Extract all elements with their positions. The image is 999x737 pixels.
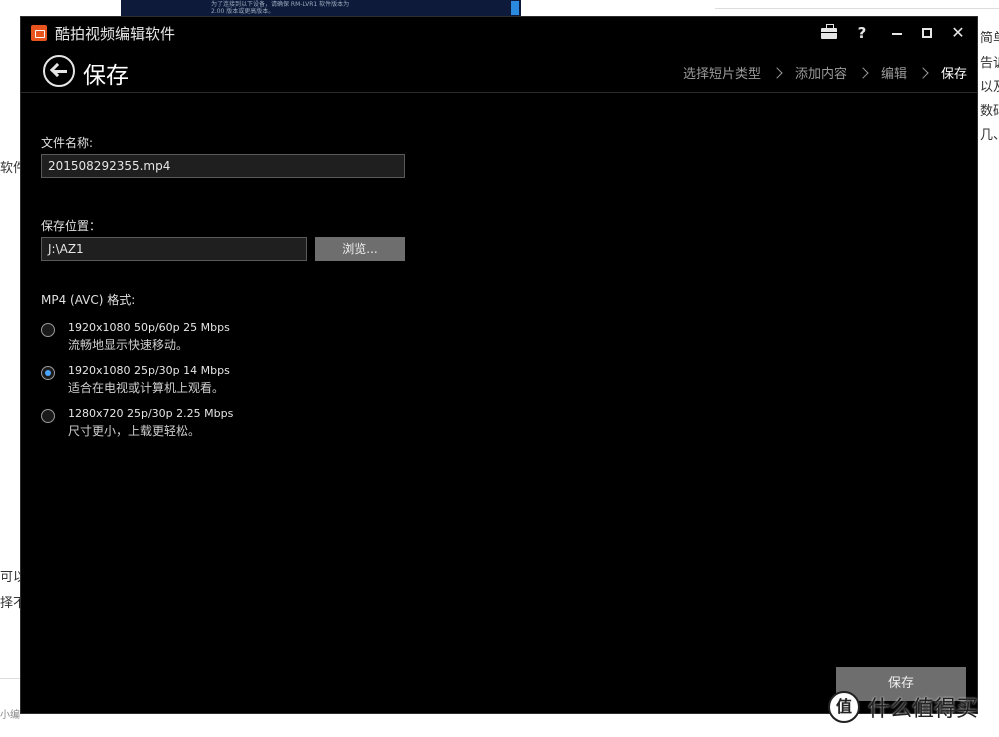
breadcrumb: 选择短片类型 添加内容 编辑 保存 — [683, 63, 967, 82]
background-thumbnail: 为了连接到以下设备，请确保 RM-LVR1 软件版本为 2.00 版本或更高版本… — [121, 0, 521, 16]
browse-button[interactable]: 浏览... — [315, 237, 405, 261]
breadcrumb-step-save: 保存 — [940, 67, 967, 82]
radio-button[interactable] — [41, 409, 55, 423]
filename-input[interactable]: 201508292355.mp4 — [41, 154, 405, 178]
format-option-desc: 尺寸更小，上载更轻松。 — [68, 424, 201, 438]
app-title: 酷拍视频编辑软件 — [55, 25, 176, 43]
page-title: 保存 — [83, 63, 129, 89]
format-option-title: 1280x720 25p/30p 2.25 Mbps — [68, 407, 234, 420]
back-button[interactable] — [43, 55, 75, 87]
thumbnail-caption: 为了连接到以下设备，请确保 RM-LVR1 软件版本为 2.00 版本或更高版本… — [211, 1, 349, 15]
watermark-text: 什么值得买 — [868, 697, 979, 722]
format-option-title: 1920x1080 50p/60p 25 Mbps — [68, 321, 230, 334]
format-option-desc: 适合在电视或计算机上观看。 — [68, 381, 225, 395]
background-text: 可以 — [0, 570, 20, 585]
background-divider — [715, 8, 999, 9]
help-button[interactable]: ? — [849, 21, 875, 45]
title-bar[interactable]: 酷拍视频编辑软件 ? ✕ — [21, 17, 977, 49]
location-label: 保存位置： — [41, 219, 102, 233]
app-logo-icon — [31, 25, 47, 41]
thumbnail-scrollbar — [511, 1, 519, 15]
header-divider — [21, 92, 977, 93]
format-option-title: 1920x1080 25p/30p 14 Mbps — [68, 364, 230, 377]
minimize-icon — [892, 33, 902, 35]
background-divider — [0, 678, 20, 679]
chevron-right-icon — [917, 66, 929, 79]
watermark-logo-icon: 值 — [828, 691, 860, 723]
app-window: 酷拍视频编辑软件 ? ✕ 保存 选择短片类型 添加内容 编辑 保存 文件名称: — [20, 16, 978, 714]
format-label: MP4 (AVC) 格式: — [41, 293, 136, 307]
radio-button-checked[interactable] — [41, 366, 55, 380]
radio-button[interactable] — [41, 323, 55, 337]
format-option-desc: 流畅地显示快速移动。 — [68, 338, 189, 352]
close-button[interactable]: ✕ — [945, 21, 971, 45]
background-text: 简单来 — [980, 31, 999, 46]
background-text: 几、都 — [980, 128, 999, 143]
chevron-right-icon — [857, 66, 869, 79]
breadcrumb-step-edit[interactable]: 编辑 — [881, 63, 907, 82]
filename-label: 文件名称: — [41, 136, 94, 150]
background-text: 软件 — [0, 161, 20, 176]
location-input[interactable]: J:\AZ1 — [41, 237, 307, 261]
back-arrow-shaft — [53, 70, 67, 73]
toolbox-icon — [821, 24, 837, 39]
page-header: 保存 选择短片类型 添加内容 编辑 保存 — [21, 51, 977, 93]
thumbnail-caption-line-2: 2.00 版本或更高版本。 — [211, 8, 275, 15]
toolbox-button[interactable] — [816, 21, 842, 45]
breadcrumb-step-type[interactable]: 选择短片类型 — [683, 63, 761, 82]
chevron-right-icon — [771, 66, 783, 79]
watermark: 值 什么值得买 — [828, 691, 978, 723]
background-text: 告诉大 — [980, 56, 999, 71]
breadcrumb-step-content[interactable]: 添加内容 — [795, 63, 847, 82]
maximize-button[interactable] — [914, 21, 940, 45]
background-text: 数码设 — [980, 104, 999, 119]
maximize-icon — [922, 28, 932, 38]
background-text: 以及使 — [980, 80, 999, 95]
background-text: 小编说: — [0, 710, 20, 721]
thumbnail-caption-line-1: 为了连接到以下设备，请确保 RM-LVR1 软件版本为 — [211, 1, 350, 8]
background-text: 择不 — [0, 596, 20, 611]
minimize-button[interactable] — [884, 21, 910, 45]
